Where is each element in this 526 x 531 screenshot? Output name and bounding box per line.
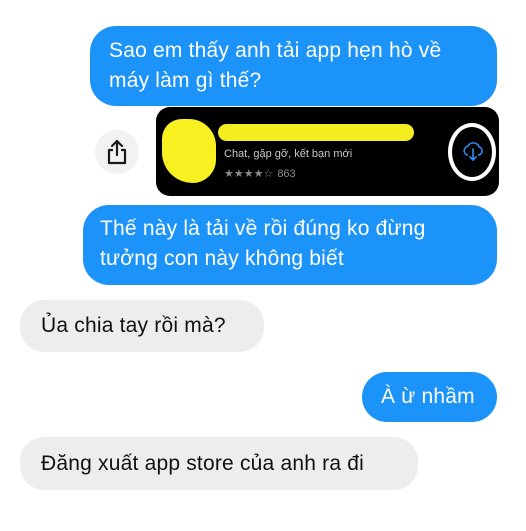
share-icon (107, 139, 127, 165)
share-button[interactable] (95, 130, 139, 174)
message-text-line: tưởng con này không biết (100, 247, 344, 270)
outgoing-message-bubble[interactable]: Thế này là tải về rồi đúng ko đừng tưởng… (83, 205, 497, 285)
rating-stars: ★★★★☆ (224, 168, 274, 180)
app-name-redaction (218, 124, 414, 141)
cloud-download-icon[interactable] (462, 140, 484, 162)
message-text-line: À ừ nhầm (381, 385, 475, 408)
message-text-line: Thế này là tải về rồi đúng ko đừng (100, 217, 426, 240)
message-text-line: Sao em thấy anh tải app hẹn hò về (109, 39, 442, 62)
app-store-link-card[interactable]: Chat, gặp gỡ, kết bạn mới ★★★★☆ 863 (156, 107, 499, 196)
message-text-line: Ủa chia tay rồi mà? (41, 314, 226, 337)
incoming-message-bubble[interactable]: Đăng xuất app store của anh ra đi (20, 437, 418, 490)
outgoing-message-bubble[interactable]: Sao em thấy anh tải app hẹn hò về máy là… (90, 26, 497, 106)
app-subtitle: Chat, gặp gỡ, kết bạn mới (224, 148, 353, 160)
message-text-line: Đăng xuất app store của anh ra đi (41, 452, 364, 475)
app-icon-redacted (162, 119, 216, 183)
outgoing-message-bubble[interactable]: À ừ nhầm (362, 372, 497, 422)
app-rating: ★★★★☆ 863 (224, 167, 296, 180)
message-text-line: máy làm gì thế? (109, 69, 262, 92)
rating-count: 863 (277, 168, 296, 180)
incoming-message-bubble[interactable]: Ủa chia tay rồi mà? (20, 300, 264, 352)
